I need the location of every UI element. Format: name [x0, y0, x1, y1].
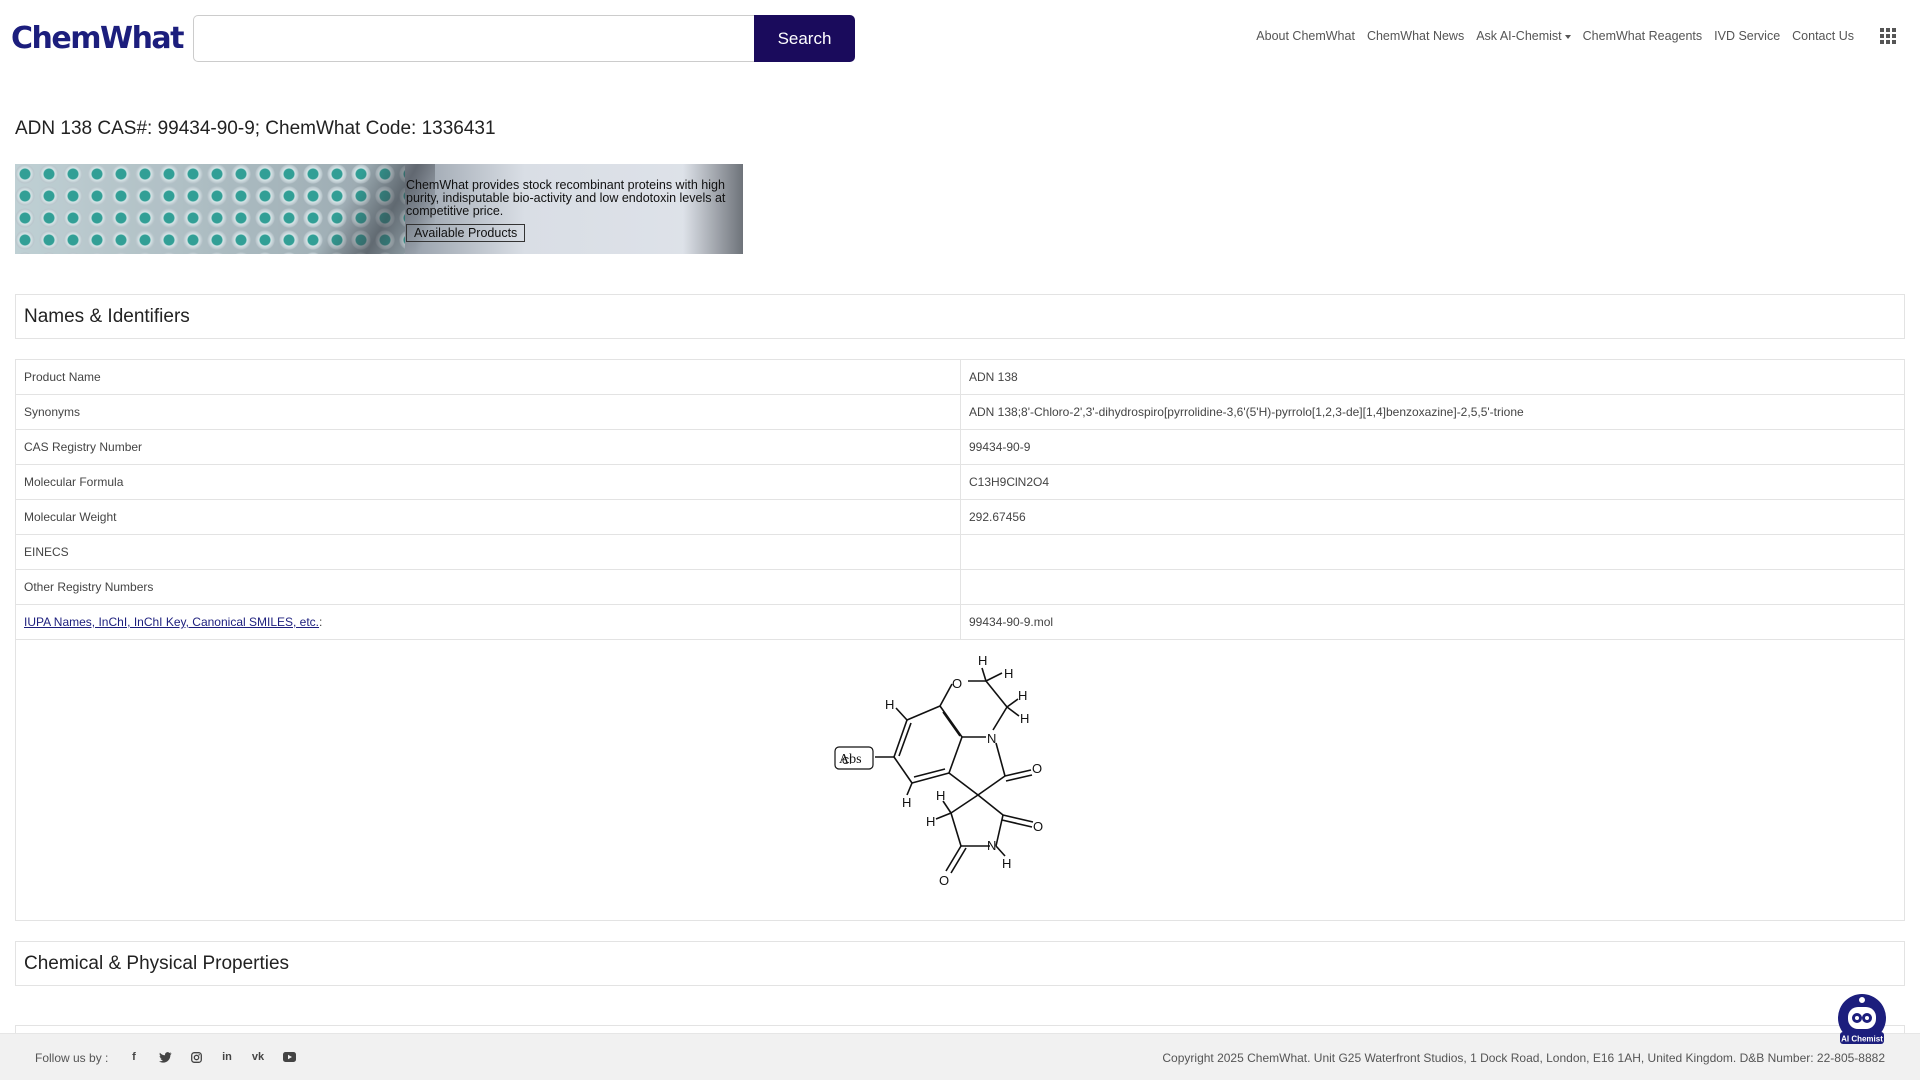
row-value — [961, 570, 1904, 604]
row-key: IUPA Names, InChI, InChI Key, Canonical … — [16, 605, 961, 639]
row-key: Synonyms — [16, 395, 961, 429]
banner-text: ChemWhat provides stock recombinant prot… — [406, 178, 726, 218]
atom-label: O — [1032, 761, 1042, 776]
atom-label: O — [952, 676, 962, 691]
table-row: Synonyms ADN 138;8'-Chloro-2',3'-dihydros… — [16, 395, 1904, 430]
table-row: Molecular Weight 292.67456 — [16, 500, 1904, 535]
twitter-icon[interactable] — [156, 1049, 174, 1065]
robot-icon: AI Chemist — [1838, 994, 1886, 1044]
row-value: C13H9ClN2O4 — [969, 475, 1050, 489]
atom-label: H — [885, 697, 894, 712]
iupac-names-link[interactable]: IUPA Names, InChI, InChI Key, Canonical … — [24, 615, 319, 629]
ai-chemist-button[interactable]: AI Chemist — [1836, 992, 1888, 1048]
table-row: Other Registry Numbers — [16, 570, 1904, 605]
vk-icon[interactable]: vk — [249, 1049, 267, 1065]
facebook-icon[interactable]: f — [125, 1049, 143, 1065]
atom-label: H — [1018, 688, 1027, 703]
molecule-structure: H O H H H H N Abs Cl O H H H O N H O — [834, 653, 1043, 888]
atom-label: H — [978, 653, 987, 668]
chevron-down-icon — [1564, 34, 1571, 39]
atom-label: H — [1002, 856, 1011, 871]
atom-label: N — [987, 838, 996, 853]
section-title: Chemical & Physical Properties — [24, 953, 290, 974]
atom-label: O — [1033, 819, 1043, 834]
section-title: Names & Identifiers — [24, 306, 190, 327]
nav-reagents[interactable]: ChemWhat Reagents — [1583, 29, 1703, 43]
linkedin-icon[interactable]: in — [218, 1049, 236, 1065]
bonds — [875, 667, 1034, 873]
instagram-icon[interactable] — [187, 1049, 205, 1065]
atom-label: H — [1004, 666, 1013, 681]
row-value — [961, 535, 1904, 569]
row-value: 99434-90-9 — [969, 440, 1031, 454]
nav-about[interactable]: About ChemWhat — [1256, 29, 1355, 43]
row-key: Molecular Weight — [16, 500, 961, 534]
footer: Follow us by : f in vk Copyright 2025 Ch… — [0, 1033, 1920, 1080]
table-row: EINECS — [16, 535, 1904, 570]
atom-label: Cl — [842, 756, 851, 767]
promo-banner[interactable]: ChemWhat provides stock recombinant prot… — [15, 164, 743, 254]
row-key: Molecular Formula — [16, 465, 961, 499]
nav-news[interactable]: ChemWhat News — [1367, 29, 1464, 43]
nav-ask-ai-chemist[interactable]: Ask AI-Chemist — [1476, 29, 1571, 43]
names-identifiers-section: Names & Identifiers — [15, 294, 1905, 339]
row-key: CAS Registry Number — [16, 430, 961, 464]
ai-chemist-label: AI Chemist — [1841, 1035, 1883, 1044]
header: ChemWhat Search About ChemWhat ChemWhat … — [0, 0, 1920, 80]
nav-contact[interactable]: Contact Us — [1792, 29, 1854, 43]
row-key: EINECS — [16, 535, 961, 569]
youtube-icon[interactable] — [280, 1049, 298, 1065]
search-button[interactable]: Search — [754, 15, 855, 62]
row-value: ADN 138;8'-Chloro-2',3'-dihydrospiro[pyr… — [969, 405, 1524, 419]
atom-label: H — [902, 795, 911, 810]
atom-label: H — [1020, 711, 1029, 726]
atom-label: H — [926, 814, 935, 829]
search-input[interactable] — [193, 15, 754, 62]
table-row: Product Name ADN 138 — [16, 360, 1904, 395]
social-links: f in vk — [125, 1049, 298, 1065]
table-row: IUPA Names, InChI, InChI Key, Canonical … — [16, 605, 1904, 640]
apps-grid-icon[interactable] — [1880, 28, 1896, 44]
table-row: Molecular Formula C13H9ClN2O4 — [16, 465, 1904, 500]
row-key: Product Name — [16, 360, 961, 394]
top-nav: About ChemWhat ChemWhat News Ask AI-Chem… — [1244, 28, 1896, 44]
structure-cell: H O H H H H N Abs Cl O H H H O N H O — [16, 640, 1904, 920]
atom-label: O — [939, 873, 949, 888]
row-key-suffix: : — [319, 615, 323, 629]
copyright-text: Copyright 2025 ChemWhat. Unit G25 Waterf… — [1162, 1051, 1885, 1065]
atom-label: H — [936, 788, 945, 803]
nav-ask-ai-chemist-label: Ask AI-Chemist — [1476, 29, 1562, 43]
row-key: Other Registry Numbers — [16, 570, 961, 604]
chemical-physical-properties-section: Chemical & Physical Properties — [15, 941, 1905, 986]
row-value: 292.67456 — [969, 510, 1026, 524]
page-title: ADN 138 CAS#: 99434-90-9; ChemWhat Code:… — [15, 118, 496, 139]
available-products-button[interactable]: Available Products — [406, 224, 526, 242]
follow-us-label: Follow us by : — [35, 1051, 109, 1065]
row-value: ADN 138 — [969, 370, 1018, 384]
table-row: CAS Registry Number 99434-90-9 — [16, 430, 1904, 465]
mol-file-link[interactable]: 99434-90-9.mol — [961, 605, 1904, 639]
chemwhat-logo[interactable]: ChemWhat — [11, 18, 185, 58]
nav-ivd-service[interactable]: IVD Service — [1714, 29, 1780, 43]
identifiers-table: Product Name ADN 138 Synonyms ADN 138;8'-C… — [15, 359, 1905, 921]
atom-label: N — [987, 731, 996, 746]
